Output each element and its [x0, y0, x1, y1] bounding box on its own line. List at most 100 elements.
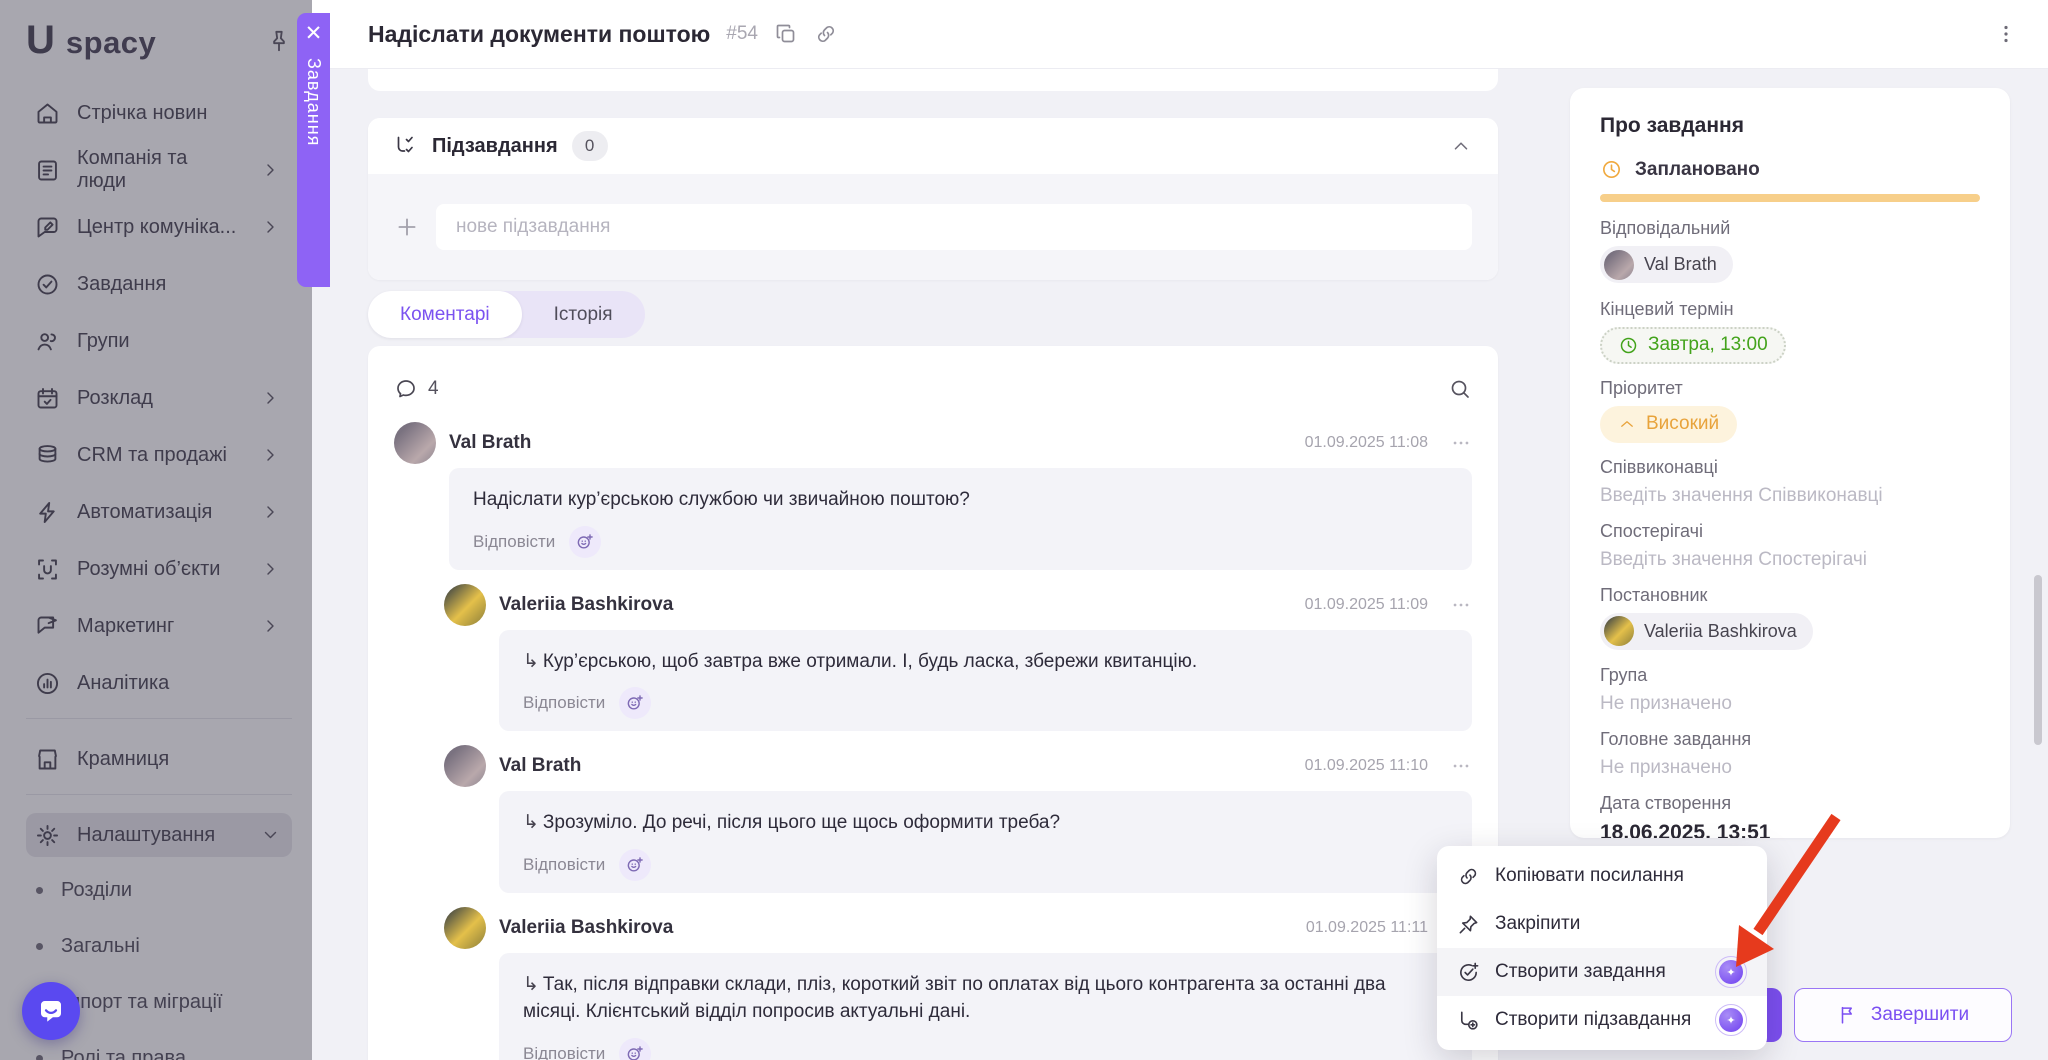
subtasks-card: Підзавдання 0	[368, 118, 1498, 280]
sidebar-item-smart-objects[interactable]: Розумні об’єкти	[26, 547, 292, 591]
sidebar-subitem-general[interactable]: Загальні	[26, 926, 292, 966]
menu-item-label: Створити підзавдання	[1495, 1009, 1691, 1031]
responsible-chip[interactable]: Val Brath	[1600, 246, 1733, 283]
menu-item-create-subtask[interactable]: Створити підзавдання ✦	[1437, 996, 1767, 1044]
subtasks-icon	[394, 134, 418, 158]
sidebar-item-tasks[interactable]: Завдання	[26, 262, 292, 306]
sidebar: U spacy Стрічка новин Компанія та люди Ц…	[0, 0, 312, 1060]
coexecutors-input[interactable]: Введіть значення Співвиконавці	[1600, 485, 1980, 507]
menu-item-create-task[interactable]: Створити завдання ✦	[1437, 948, 1767, 996]
comments-history-tabs: Коментарі Історія	[368, 291, 645, 338]
sidebar-item-newsfeed[interactable]: Стрічка новин	[26, 91, 292, 135]
task-slideover-tab[interactable]: ✕ Завдання	[297, 13, 330, 287]
responsible-name: Val Brath	[1644, 254, 1717, 275]
avatar[interactable]	[444, 584, 486, 626]
slideover-tab-label: Завдання	[303, 58, 324, 146]
search-icon[interactable]	[1448, 377, 1472, 401]
subtasks-count-badge: 0	[572, 131, 608, 161]
sidebar-subitem-roles[interactable]: Ролі та права	[26, 1038, 292, 1060]
sidebar-subitem-label: Імпорт та міграції	[61, 991, 222, 1014]
add-reaction-button[interactable]	[569, 526, 601, 558]
comment-text: ↳Так, після відправки склади, пліз, коро…	[523, 971, 1448, 1026]
reply-arrow-icon: ↳	[523, 812, 539, 833]
smiley-plus-icon	[625, 855, 645, 875]
pin-sidebar-icon[interactable]	[266, 28, 292, 54]
field-label: Відповідальний	[1600, 218, 1980, 239]
sidebar-item-groups[interactable]: Групи	[26, 319, 292, 363]
group-value[interactable]: Не призначено	[1600, 693, 1980, 715]
sidebar-item-label: Компанія та люди	[77, 147, 241, 193]
create-subtask-icon	[1457, 1009, 1480, 1032]
smiley-plus-icon	[625, 693, 645, 713]
chevron-right-icon	[257, 616, 284, 636]
bullet-icon	[36, 1055, 43, 1060]
chat-icon	[34, 214, 61, 241]
comment-timestamp: 01.09.2025 11:08	[1305, 434, 1428, 452]
ai-badge[interactable]: ✦	[1715, 956, 1747, 988]
comment-author: Valeriia Bashkirova	[499, 594, 673, 616]
chevron-right-icon	[257, 388, 284, 408]
creator-chip[interactable]: Valeriia Bashkirova	[1600, 613, 1813, 650]
task-content: Підзавдання 0 Коментарі Історія 4	[312, 69, 2048, 1060]
sidebar-item-marketing[interactable]: Маркетинг	[26, 604, 292, 648]
sidebar-item-company[interactable]: Компанія та люди	[26, 148, 292, 192]
add-reaction-button[interactable]	[619, 1038, 651, 1060]
deadline-chip[interactable]: Завтра, 13:00	[1600, 327, 1786, 364]
field-label: Група	[1600, 665, 1980, 686]
complete-task-button[interactable]: Завершити	[1794, 988, 2012, 1042]
smiley-plus-icon	[625, 1044, 645, 1060]
field-label: Головне завдання	[1600, 729, 1980, 750]
avatar[interactable]	[444, 745, 486, 787]
reply-button[interactable]: Відповісти	[523, 693, 605, 713]
close-icon[interactable]: ✕	[305, 23, 323, 44]
more-horizontal-icon[interactable]	[1450, 594, 1472, 616]
new-subtask-input[interactable]	[436, 204, 1472, 250]
tab-history[interactable]: Історія	[522, 291, 645, 338]
tab-comments[interactable]: Коментарі	[368, 291, 522, 338]
parent-task-value[interactable]: Не призначено	[1600, 757, 1980, 779]
more-horizontal-icon[interactable]	[1450, 755, 1472, 777]
sidebar-item-schedule[interactable]: Розклад	[26, 376, 292, 420]
priority-chip[interactable]: Високий	[1600, 406, 1737, 443]
reply-arrow-icon: ↳	[523, 974, 539, 995]
sidebar-item-analytics[interactable]: Аналітика	[26, 661, 292, 705]
creator-name: Valeriia Bashkirova	[1644, 621, 1797, 642]
sidebar-item-communications[interactable]: Центр комуніка...	[26, 205, 292, 249]
comment-body: ↳Кур’єрською, щоб завтра вже отримали. І…	[499, 630, 1472, 732]
reply-button[interactable]: Відповісти	[523, 855, 605, 875]
reply-button[interactable]: Відповісти	[523, 1044, 605, 1060]
sidebar-item-marketplace[interactable]: Крамниця	[26, 737, 292, 781]
avatar[interactable]	[394, 422, 436, 464]
sidebar-item-automation[interactable]: Автоматизація	[26, 490, 292, 534]
comment-author: Val Brath	[449, 432, 531, 454]
menu-item-pin[interactable]: Закріпити	[1437, 900, 1767, 948]
add-reaction-button[interactable]	[619, 849, 651, 881]
sidebar-item-crm[interactable]: CRM та продажі	[26, 433, 292, 477]
sidebar-item-label: Центр комуніка...	[77, 216, 236, 239]
database-icon	[34, 442, 61, 469]
task-number: #54	[726, 23, 758, 45]
chevron-up-icon[interactable]	[1450, 135, 1472, 157]
company-icon	[34, 157, 61, 184]
status-value[interactable]: Заплановано	[1635, 159, 1760, 181]
link-icon[interactable]	[814, 22, 838, 46]
subtasks-title: Підзавдання	[432, 135, 558, 158]
priority-high-icon	[1618, 415, 1636, 433]
add-reaction-button[interactable]	[619, 687, 651, 719]
ai-badge[interactable]: ✦	[1715, 1004, 1747, 1036]
field-label: Спостерігачі	[1600, 521, 1980, 542]
support-chat-button[interactable]	[22, 982, 80, 1040]
avatar[interactable]	[444, 907, 486, 949]
sidebar-item-settings[interactable]: Налаштування	[26, 813, 292, 857]
observers-input[interactable]: Введіть значення Спостерігачі	[1600, 549, 1980, 571]
smiley-plus-icon	[575, 532, 595, 552]
plus-icon[interactable]	[394, 214, 420, 240]
sidebar-subitem-sections[interactable]: Розділи	[26, 870, 292, 910]
scrollbar-thumb[interactable]	[2034, 575, 2042, 745]
copy-icon[interactable]	[774, 22, 798, 46]
menu-item-copy-link[interactable]: Копіювати посилання	[1437, 852, 1767, 900]
reply-button[interactable]: Відповісти	[473, 532, 555, 552]
chevron-right-icon	[257, 445, 284, 465]
more-horizontal-icon[interactable]	[1450, 432, 1472, 454]
more-vertical-icon[interactable]	[1994, 22, 2018, 46]
